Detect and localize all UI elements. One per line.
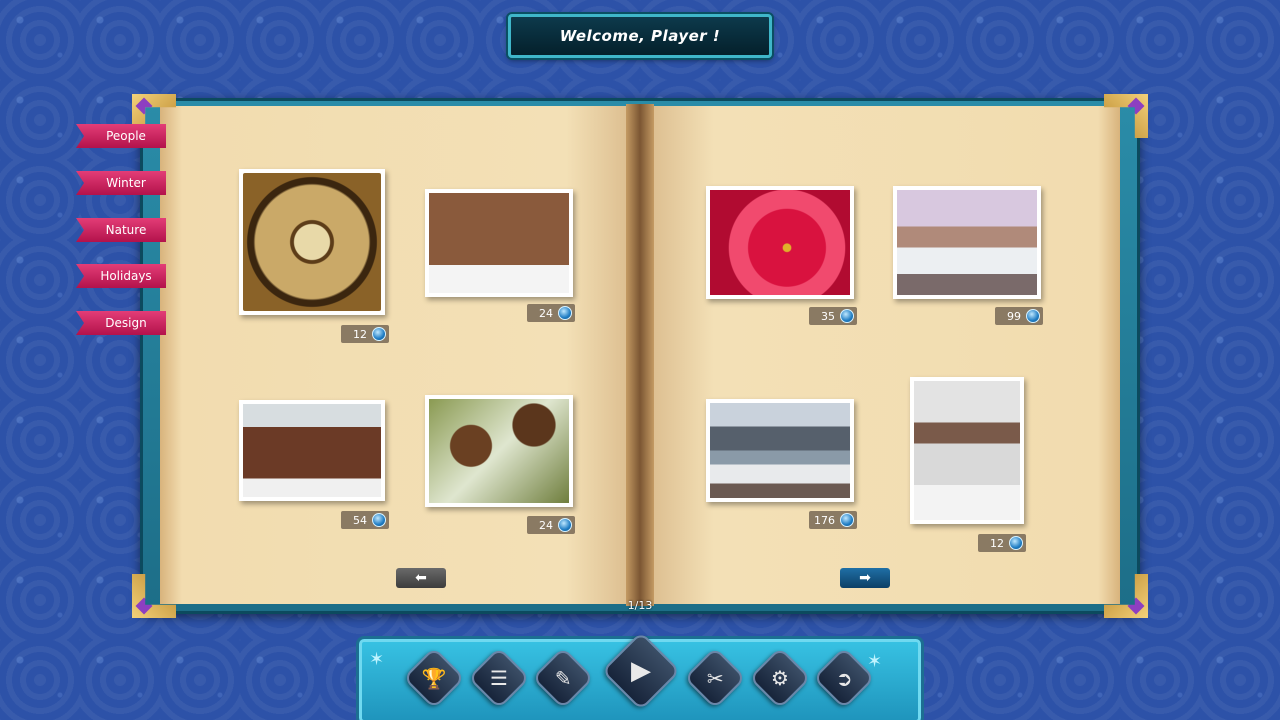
page-indicator: 1/13 (627, 599, 653, 612)
oldtown-image (897, 190, 1037, 295)
clock-image (243, 173, 381, 311)
piece-count: 99 (1007, 309, 1021, 323)
puzzle-thumb-temple[interactable] (239, 400, 385, 501)
piece-count-badge: 54 (341, 511, 389, 529)
gem-icon (1009, 536, 1023, 550)
arrow-right-icon: ➡ (859, 570, 871, 586)
gem-icon (840, 513, 854, 527)
prev-page-button[interactable]: ⬅ (396, 568, 446, 588)
pinecones-image (429, 399, 569, 503)
play-icon: ▶ (631, 656, 651, 686)
puzzle-thumb-oldtown[interactable] (893, 186, 1041, 299)
piece-count: 12 (353, 327, 367, 341)
gem-icon (840, 309, 854, 323)
piece-count-badge: 176 (809, 511, 857, 529)
arrow-left-icon: ⬅ (415, 570, 427, 586)
gem-icon (558, 518, 572, 532)
puzzle-thumb-lakevillage[interactable] (706, 399, 854, 502)
next-page-button[interactable]: ➡ (840, 568, 890, 588)
gem-icon (558, 306, 572, 320)
snowman-image (429, 193, 569, 293)
puzzle-thumb-castle[interactable] (910, 377, 1024, 524)
piece-count-badge: 12 (341, 325, 389, 343)
exit-door-icon: ➲ (835, 665, 853, 690)
piece-count: 35 (821, 309, 835, 323)
menu-list-icon: ☰ (490, 666, 508, 690)
welcome-banner: Welcome, Player ! (508, 14, 772, 58)
poinsettia-image (710, 190, 850, 295)
piece-count: 54 (353, 513, 367, 527)
gem-icon (372, 327, 386, 341)
piece-count: 12 (990, 536, 1004, 550)
piece-count-badge: 12 (978, 534, 1026, 552)
category-winter[interactable]: Winter (76, 171, 166, 195)
piece-count-badge: 24 (527, 516, 575, 534)
piece-count: 24 (539, 518, 553, 532)
puzzle-thumb-snowman[interactable] (425, 189, 573, 297)
piece-count: 176 (814, 513, 835, 527)
piece-count-badge: 35 (809, 307, 857, 325)
lakevillage-image (710, 403, 850, 498)
piece-count-badge: 99 (995, 307, 1043, 325)
puzzle-thumb-poinsettia[interactable] (706, 186, 854, 299)
trophy-icon: 🏆 (421, 666, 447, 690)
category-people[interactable]: People (76, 124, 166, 148)
right-page (642, 106, 1120, 604)
category-holidays[interactable]: Holidays (76, 264, 166, 288)
temple-image (243, 404, 381, 497)
scissors-icon: ✂ (706, 665, 724, 690)
puzzle-thumb-clock[interactable] (239, 169, 385, 315)
piece-count-badge: 24 (527, 304, 575, 322)
puzzle-thumb-pinecones[interactable] (425, 395, 573, 507)
book-spine (626, 104, 654, 606)
gem-icon (1026, 309, 1040, 323)
category-design[interactable]: Design (76, 311, 166, 335)
sparkle-icon: ✶ (867, 651, 883, 672)
gear-icon: ⚙ (771, 666, 789, 690)
gem-icon (372, 513, 386, 527)
piece-count: 24 (539, 306, 553, 320)
sparkle-icon: ✶ (369, 649, 385, 670)
category-nature[interactable]: Nature (76, 218, 166, 242)
edit-image-icon: ✎ (554, 665, 572, 690)
castle-image (914, 381, 1020, 520)
